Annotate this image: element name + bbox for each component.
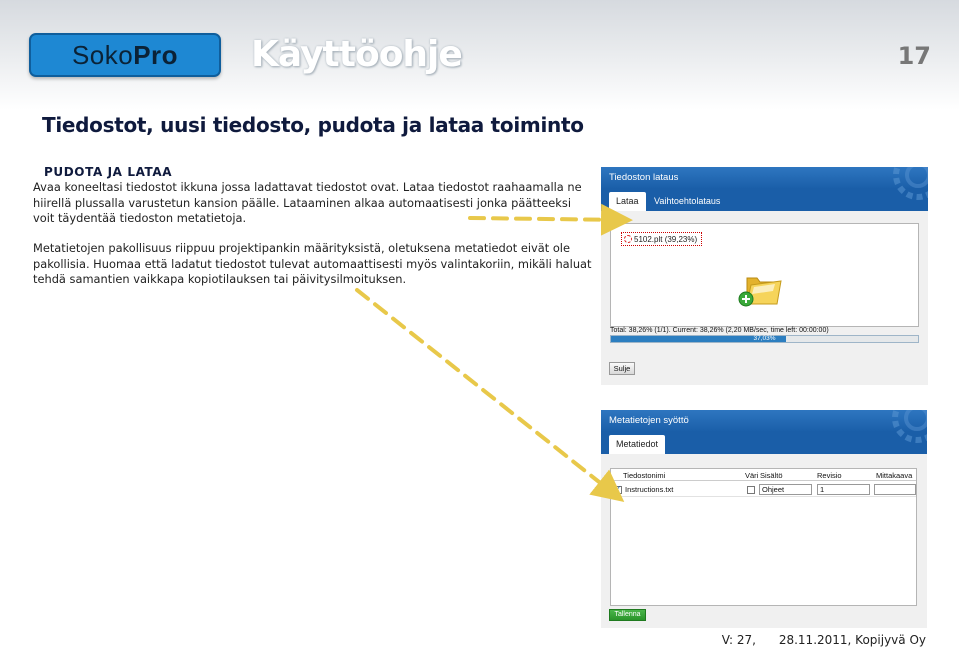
logo-text-pro: Pro (133, 39, 179, 70)
folder-add-icon[interactable] (737, 269, 783, 309)
manual-title: Käyttöohje (251, 34, 463, 75)
column-header-revision: Revisio (817, 471, 842, 480)
table-row: Instructions.txt Ohjeet 1 (611, 483, 916, 497)
metadata-dialog: Metatietojen syöttö Metatiedot Tiedoston… (601, 410, 927, 628)
metadata-grid: Tiedostonimi Väri Sisältö Revisio Mittak… (610, 468, 917, 606)
tab-alternative-upload[interactable]: Vaihtoehtolataus (647, 192, 727, 211)
revision-input[interactable]: 1 (817, 484, 870, 495)
tab-upload[interactable]: Lataa (609, 192, 646, 211)
upload-dialog-title: Tiedoston lataus (609, 172, 679, 183)
header-band: Soko Pro Käyttöohje 17 (0, 0, 959, 110)
cell-filename: Instructions.txt (625, 485, 674, 494)
content-input[interactable]: Ohjeet (759, 484, 812, 495)
spinner-icon (624, 235, 632, 243)
page-number: 17 (897, 42, 931, 70)
instruction-paragraph-2: Metatietojen pakollisuus riippuu projekt… (33, 241, 592, 286)
instruction-paragraph-1: Avaa koneeltasi tiedostot ikkuna jossa l… (33, 180, 582, 225)
logo-text-soko: Soko (71, 39, 134, 70)
upload-status-text: Total: 38,26% (1/1). Current: 38,26% (2,… (610, 327, 829, 334)
metadata-dialog-body: Tiedostonimi Väri Sisältö Revisio Mittak… (601, 454, 927, 628)
page-heading: Tiedostot, uusi tiedosto, pudota ja lata… (42, 113, 584, 137)
upload-progress-bar: 37,03% (610, 335, 919, 343)
column-header-content: Sisältö (760, 471, 783, 480)
metadata-dialog-title: Metatietojen syöttö (609, 415, 689, 426)
color-checkbox[interactable] (747, 486, 755, 494)
section-heading: PUDOTA JA LATAA (44, 165, 173, 179)
arrow-to-metadata-dialog (355, 288, 625, 502)
upload-dialog: Tiedoston lataus Lataa Vaihtoehtolataus … (601, 167, 928, 385)
tab-metadata[interactable]: Metatiedot (609, 435, 666, 454)
drop-area[interactable]: 5102.plt (39,23%) (610, 223, 919, 327)
column-header-filename: Tiedostonimi (623, 471, 666, 480)
gear-decoration-icon (892, 410, 927, 443)
gear-decoration-icon (893, 167, 928, 200)
column-header-color: Väri (745, 471, 759, 480)
row-select-checkbox[interactable] (614, 484, 622, 494)
save-button[interactable]: Tallenna (609, 609, 646, 621)
uploading-file-entry: 5102.plt (39,23%) (621, 232, 703, 246)
upload-dialog-body: 5102.plt (39,23%) Total: 38,26% (1/1). C… (601, 211, 928, 385)
scale-input[interactable] (874, 484, 916, 495)
sokopro-logo: Soko Pro (29, 33, 221, 77)
metadata-header-row: Tiedostonimi Väri Sisältö Revisio Mittak… (611, 469, 916, 481)
footer-version-text: V: 27, 28.11.2011, Kopijyvä Oy (721, 633, 926, 647)
close-button[interactable]: Sulje (609, 362, 635, 375)
progress-label: 37,03% (753, 335, 776, 342)
column-header-scale: Mittakaava (876, 471, 913, 480)
file-entry-label: 5102.plt (39,23%) (634, 235, 698, 244)
